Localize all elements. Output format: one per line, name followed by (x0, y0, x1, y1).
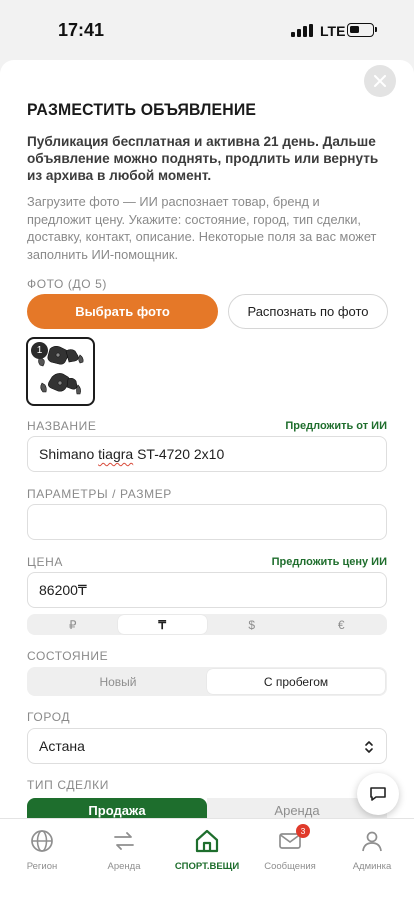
tab-rent-label: Аренда (107, 861, 141, 872)
tab-region[interactable]: Регион (2, 827, 82, 872)
hint-text: Загрузите фото — ИИ распознает товар, бр… (27, 194, 377, 262)
post-ad-sheet: РАЗМЕСТИТЬ ОБЪЯВЛЕНИЕ Публикация бесплат… (0, 60, 414, 820)
tab-admin-label: Админка (352, 861, 392, 872)
name-value-brand: Shimano (39, 446, 95, 462)
currency-selector: ₽ ₸ $ € (27, 614, 387, 635)
currency-option-eur[interactable]: € (297, 615, 387, 634)
suggest-price-ai-link[interactable]: Предложить цену ИИ (272, 556, 387, 568)
network-label: LTE (320, 23, 346, 39)
tab-region-label: Регион (26, 861, 58, 872)
mail-icon: 3 (276, 824, 310, 855)
close-button[interactable] (364, 65, 396, 97)
tab-messages-label: Сообщения (264, 861, 316, 872)
photo-label: ФОТО (ДО 5) (27, 277, 107, 291)
bottom-tab-bar: Регион Аренда СПОРТ.ВЕЩИ 3 Сообщения Адм… (0, 818, 414, 900)
city-label: ГОРОД (27, 710, 71, 724)
recognize-photo-button[interactable]: Распознать по фото (228, 294, 388, 329)
tab-messages[interactable]: 3 Сообщения (250, 824, 330, 872)
status-time: 17:41 (58, 20, 105, 40)
currency-option-kzt[interactable]: ₸ (117, 615, 207, 634)
battery-icon (347, 23, 374, 37)
condition-label: СОСТОЯНИЕ (27, 649, 109, 663)
city-value: Астана (39, 738, 85, 754)
tab-sport-items-label: СПОРТ.ВЕЩИ (174, 861, 240, 872)
deal-option-sale[interactable]: Продажа (27, 798, 207, 820)
page-title: РАЗМЕСТИТЬ ОБЪЯВЛЕНИЕ (27, 100, 257, 119)
price-label: ЦЕНА (27, 555, 63, 569)
choose-photo-button[interactable]: Выбрать фото (27, 294, 218, 329)
tab-rent[interactable]: Аренда (84, 827, 164, 872)
signal-bars-icon (291, 24, 313, 37)
name-label: НАЗВАНИЕ (27, 419, 97, 433)
tab-admin[interactable]: Админка (332, 827, 412, 872)
name-input[interactable]: Shimano tiagra ST-4720 2x10 (27, 436, 387, 472)
params-label: ПАРАМЕТРЫ / РАЗМЕР (27, 487, 172, 501)
params-input[interactable] (27, 504, 387, 540)
currency-option-rub[interactable]: ₽ (28, 615, 118, 634)
price-input[interactable]: 86200₸ (27, 572, 387, 608)
close-icon (374, 75, 386, 87)
condition-selector: Новый С пробегом (27, 667, 387, 696)
photo-thumbnail[interactable]: 1 (26, 337, 95, 406)
currency-option-usd[interactable]: $ (207, 615, 297, 634)
chat-button[interactable] (357, 773, 399, 815)
messages-badge: 3 (296, 824, 310, 838)
chevron-up-down-icon (365, 741, 373, 753)
swap-arrows-icon (110, 827, 138, 855)
chat-bubble-icon (370, 787, 386, 801)
suggest-name-ai-link[interactable]: Предложить от ИИ (285, 420, 387, 432)
home-icon (193, 827, 221, 855)
person-icon (358, 827, 386, 855)
deal-type-label: ТИП СДЕЛКИ (27, 778, 109, 792)
name-value-rest: ST-4720 2x10 (137, 446, 225, 462)
condition-option-new[interactable]: Новый (29, 669, 207, 694)
thumbnail-index-badge: 1 (31, 342, 48, 359)
name-value-misspelled: tiagra (98, 446, 134, 462)
tab-sport-items[interactable]: СПОРТ.ВЕЩИ (167, 827, 247, 872)
city-select[interactable]: Астана (27, 728, 387, 764)
lead-text: Публикация бесплатная и активна 21 день.… (27, 134, 379, 183)
status-bar: 17:41 LTE (0, 0, 414, 60)
battery-cap (375, 27, 377, 32)
condition-option-used[interactable]: С пробегом (207, 669, 385, 694)
globe-icon (28, 827, 56, 855)
